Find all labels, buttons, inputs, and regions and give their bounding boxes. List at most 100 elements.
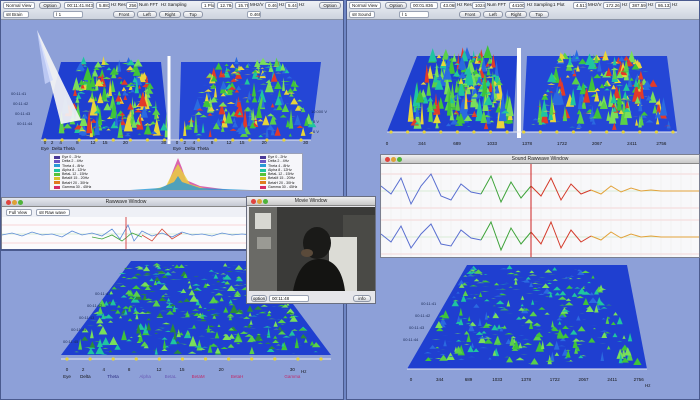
rawwave-filter-select[interactable]: s8 Raw wave [36,209,70,216]
rawwave-title: Rawwave Window [105,199,147,205]
axis-marker [180,357,185,361]
sound-hz-field-b[interactable]: 387.598 [629,2,647,9]
option-button[interactable]: Option [39,2,61,9]
tick-5: 1722 [556,141,568,146]
sound-hz-field-c[interactable]: 86.133 [655,2,671,9]
tick-1: 344 [435,377,444,382]
tick-8: 2756 [633,377,644,382]
channel-select[interactable]: Ⅰ 1 [53,11,83,18]
zoom-icon[interactable] [263,199,268,204]
band-eye: Eye [41,146,49,151]
movie-option-button[interactable]: option [251,295,267,302]
movie-window: Movie Window option 00:11:48 info [246,196,376,304]
sound-view-mode-select[interactable]: Normal View [349,2,381,9]
brain-volt-label-0: 10.000 V [311,109,328,114]
sound-rawwave-title: Sound Rawwave Window [511,156,569,162]
movie-timestamp-field[interactable]: 00:11:48 [269,295,309,302]
band-delta: Delta [80,374,91,379]
tick-4: 12 [156,367,162,372]
sound-time-field[interactable]: 00:01.836 [410,2,438,9]
axis-marker [505,130,509,134]
close-icon[interactable] [385,157,390,162]
sound-hz-field-a[interactable]: 172.266 [603,2,621,9]
zoom-icon[interactable] [397,157,402,162]
window-controls [5,200,25,205]
option-button-right[interactable]: Option [319,2,341,9]
source-select[interactable]: s8 Brain [3,11,29,18]
top-view-button[interactable]: Top [183,11,203,18]
sound-channel-select[interactable]: Ⅰ 1 [399,11,429,18]
sound-right-button[interactable]: Right [505,11,527,18]
minimize-icon[interactable] [391,157,396,162]
history-time-label-3: 00:11:44 [71,327,87,332]
axis-marker [203,357,208,361]
band-eye: Eye [173,146,181,151]
band-color-swatch [54,181,60,185]
sound-source-select[interactable]: s8 Sound [349,11,375,18]
band-eye: Eye [63,374,71,379]
movie-info-button[interactable]: info [353,295,371,302]
band-theta: Theta [197,146,209,151]
minimize-icon[interactable] [257,199,262,204]
surface-peak [602,50,609,61]
left-view-button[interactable]: Left [137,11,157,18]
tick-7: 2411 [627,141,637,146]
movie-title: Movie Window [294,198,328,204]
mhz-label: MHz/V [250,2,264,7]
sound-3d-spectrum-plot[interactable] [347,20,700,150]
axis-marker [654,130,659,134]
close-icon[interactable] [251,199,256,204]
sound-hz-res-field[interactable]: 43.068 [440,2,456,9]
sound-mhz-field[interactable]: 4.517 [573,2,587,9]
band-color-swatch [54,155,60,159]
sample-value-field[interactable]: 0.469 [247,11,261,18]
right-view-button[interactable]: Right [159,11,181,18]
axis-marker [571,130,576,134]
hz-field-b[interactable]: 5.441 [285,2,298,9]
tick-4: 1378 [521,141,533,146]
close-icon[interactable] [6,200,11,205]
band-color-swatch [54,177,60,181]
axis-marker [405,130,410,134]
band-betam: BetaM [191,374,205,379]
view-mode-select[interactable]: Normal View [3,2,35,9]
mhz-field[interactable]: 15.784 [235,2,249,9]
sound-history-time-2: 00:11:43 [409,325,425,330]
tick-2: 4 [102,367,106,372]
sound-history-time-3: 00:11:44 [403,337,419,342]
axis-marker [605,130,609,134]
surface-peak [472,49,476,61]
history-freq-axis: 0 2 4 8 12 15 20 30 [66,367,297,373]
movie-video-frame[interactable] [249,207,375,291]
front-view-button[interactable]: Front [113,11,135,18]
sound-history-time-0: 00:11:41 [421,301,437,306]
tick-1: 344 [418,141,426,146]
time-field[interactable]: 00:11:41.843 [64,2,94,9]
tick-2: 689 [464,377,473,382]
hz-res-field[interactable]: 5.883 [96,2,110,9]
rawwave-title-bar: Rawwave Window [2,198,250,207]
band-legend-label: Gamma 30 - 45Hz [62,185,92,190]
zoom-icon[interactable] [18,200,23,205]
sound-left-button[interactable]: Left [483,11,503,18]
axis-marker [389,130,393,134]
plot-count-field[interactable]: 1 Plot [201,2,215,9]
sound-sampling-field[interactable]: 44100 [509,2,525,9]
sound-history-time-1: 00:11:42 [415,313,431,318]
sound-top-button[interactable]: Top [529,11,549,18]
sound-option-button[interactable]: Option [385,2,407,9]
brain-3d-spectrum-plot[interactable] [1,20,344,150]
minimize-icon[interactable] [12,200,17,205]
hz-field-a[interactable]: 0.469 [265,2,278,9]
hz-label-b: Hz [299,2,305,7]
sound-front-button[interactable]: Front [459,11,481,18]
sampling-field[interactable]: 12.784 [217,2,233,9]
num-fft-field[interactable]: 256 [126,2,138,9]
axis-marker [319,357,323,361]
rawwave-view-select[interactable]: Full View [6,209,32,216]
sound-num-fft-field[interactable]: 1024 [472,2,486,9]
brain-time-label-0: 00:11:41 [11,91,27,96]
sound-sampling-label: Hz Sampling [527,2,553,7]
band-color-swatch [260,172,266,176]
axis-marker [522,130,526,134]
